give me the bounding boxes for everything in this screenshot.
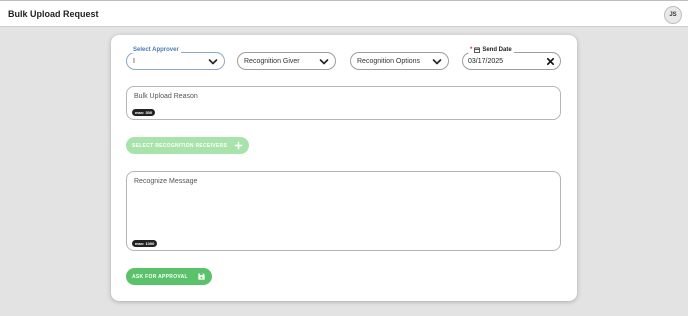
- send-date-field[interactable]: * Send Date 03/17/2025: [462, 47, 561, 70]
- recognition-giver-select[interactable]: Recognition Giver: [237, 52, 336, 70]
- approver-select[interactable]: Select Approver I: [126, 47, 225, 70]
- select-recognition-receivers-button[interactable]: SELECT RECOGNITION RECEIVERS: [126, 137, 249, 154]
- bulk-upload-reason-textarea[interactable]: Bulk Upload Reason max: 300: [126, 86, 561, 120]
- bulk-upload-form-card: Select Approver I Recognition Giver Reco…: [111, 35, 577, 301]
- calendar-icon: [474, 47, 481, 53]
- chevron-down-icon: [319, 59, 329, 65]
- reason-placeholder: Bulk Upload Reason: [134, 93, 198, 100]
- send-date-label-text: Send Date: [482, 47, 512, 53]
- recognition-giver-value: Recognition Giver: [244, 58, 300, 65]
- send-date-label: * Send Date: [468, 47, 514, 53]
- message-placeholder: Recognize Message: [134, 178, 198, 185]
- ask-for-approval-button[interactable]: ASK FOR APPROVAL: [126, 268, 212, 285]
- plus-icon: [234, 141, 243, 150]
- clear-icon[interactable]: [546, 57, 555, 66]
- page-title: Bulk Upload Request: [8, 9, 99, 19]
- approver-value: I: [133, 58, 135, 65]
- receivers-button-label: SELECT RECOGNITION RECEIVERS: [132, 142, 228, 149]
- send-date-value: 03/17/2025: [468, 58, 504, 65]
- top-bar: Bulk Upload Request JS: [0, 0, 688, 27]
- chevron-down-icon: [432, 59, 442, 65]
- recognition-options-select[interactable]: Recognition Options: [350, 52, 449, 70]
- chevron-down-icon: [208, 59, 218, 65]
- reason-max-badge: max: 300: [132, 109, 156, 116]
- save-icon: [198, 273, 205, 280]
- recognize-message-textarea[interactable]: Recognize Message max: 1000: [126, 171, 561, 251]
- recognition-options-value: Recognition Options: [357, 58, 421, 65]
- user-avatar[interactable]: JS: [664, 6, 682, 24]
- approver-label: Select Approver: [131, 47, 181, 53]
- approval-button-label: ASK FOR APPROVAL: [132, 273, 188, 280]
- message-max-badge: max: 1000: [132, 240, 158, 247]
- required-mark: *: [470, 47, 473, 53]
